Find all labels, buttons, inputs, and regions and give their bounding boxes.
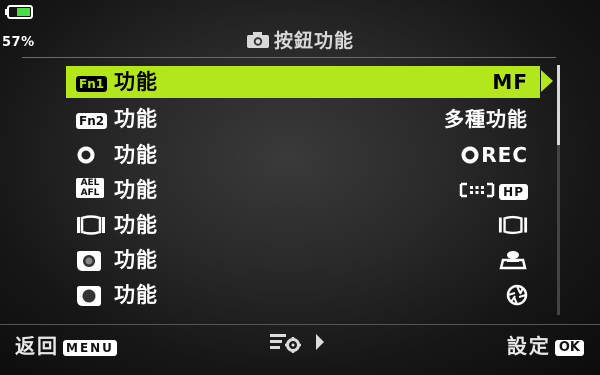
record-button-icon <box>77 146 95 164</box>
title-divider <box>22 57 556 58</box>
back-button[interactable]: 返回 MENU <box>15 330 117 359</box>
footer-divider <box>0 324 600 325</box>
camera-icon <box>246 31 269 48</box>
hp-badge: HP <box>499 183 528 200</box>
page-title: 按鈕功能 <box>150 26 450 52</box>
scrollbar-thumb[interactable] <box>557 65 560 145</box>
menu-item-label: 功能 <box>114 143 158 167</box>
menu-item-label: 功能 <box>114 283 158 307</box>
preview-bracket-icon <box>498 215 528 235</box>
menu-badge: MENU <box>63 339 117 356</box>
back-label: 返回 <box>15 334 59 358</box>
menu-item-preview[interactable]: 功能 <box>66 209 540 241</box>
menu-item-record[interactable]: 功能 REC <box>66 139 540 171</box>
chevron-right-icon[interactable] <box>541 70 553 92</box>
aperture-icon <box>506 284 528 306</box>
ok-badge: OK <box>554 339 584 356</box>
menu-item-value: HP <box>459 176 528 204</box>
preview-bracket-icon <box>77 215 105 235</box>
battery-percentage: 57% <box>2 35 35 50</box>
menu-item-ael-afl[interactable]: AEL AFL 功能 HP <box>66 174 540 206</box>
fn2-button-icon: Fn2 <box>76 109 108 129</box>
lens-button-2-icon <box>77 286 101 306</box>
menu-item-value <box>506 281 528 309</box>
fn1-button-icon: Fn1 <box>76 72 108 92</box>
menu-item-lens-button-1[interactable]: 功能 <box>66 244 540 276</box>
battery-icon <box>5 5 33 19</box>
menu-item-label: 功能 <box>114 178 158 202</box>
menu-item-value: 多種功能 <box>444 107 528 131</box>
scrollbar[interactable] <box>557 65 560 315</box>
menu-item-label: 功能 <box>114 248 158 272</box>
menu-item-fn1[interactable]: Fn1 功能 MF <box>66 66 540 98</box>
menu-item-lens-button-2[interactable]: 功能 <box>66 279 540 311</box>
ael-afl-button-icon: AEL AFL <box>76 178 108 198</box>
menu-item-value: REC <box>459 141 528 169</box>
af-target-icon <box>459 182 495 198</box>
menu-item-label: 功能 <box>114 213 158 237</box>
camera-menu-screen: 57% 按鈕功能 Fn1 功能 MF Fn2 功能 多種功能 功能 REC AE… <box>0 0 600 375</box>
menu-item-fn2[interactable]: Fn2 功能 多種功能 <box>66 103 540 135</box>
record-icon <box>461 146 479 164</box>
menu-item-value <box>498 246 528 274</box>
lens-button-1-icon <box>77 251 101 271</box>
magnify-person-icon <box>499 251 527 270</box>
set-button[interactable]: 設定 OK <box>507 330 584 359</box>
set-label: 設定 <box>506 334 551 358</box>
title-text: 按鈕功能 <box>273 30 354 52</box>
menu-item-value <box>498 211 528 239</box>
menu-item-label: 功能 <box>114 70 158 94</box>
menu-item-label: 功能 <box>114 107 158 131</box>
menu-settings-icon[interactable] <box>268 331 328 353</box>
menu-item-value: MF <box>492 70 528 94</box>
